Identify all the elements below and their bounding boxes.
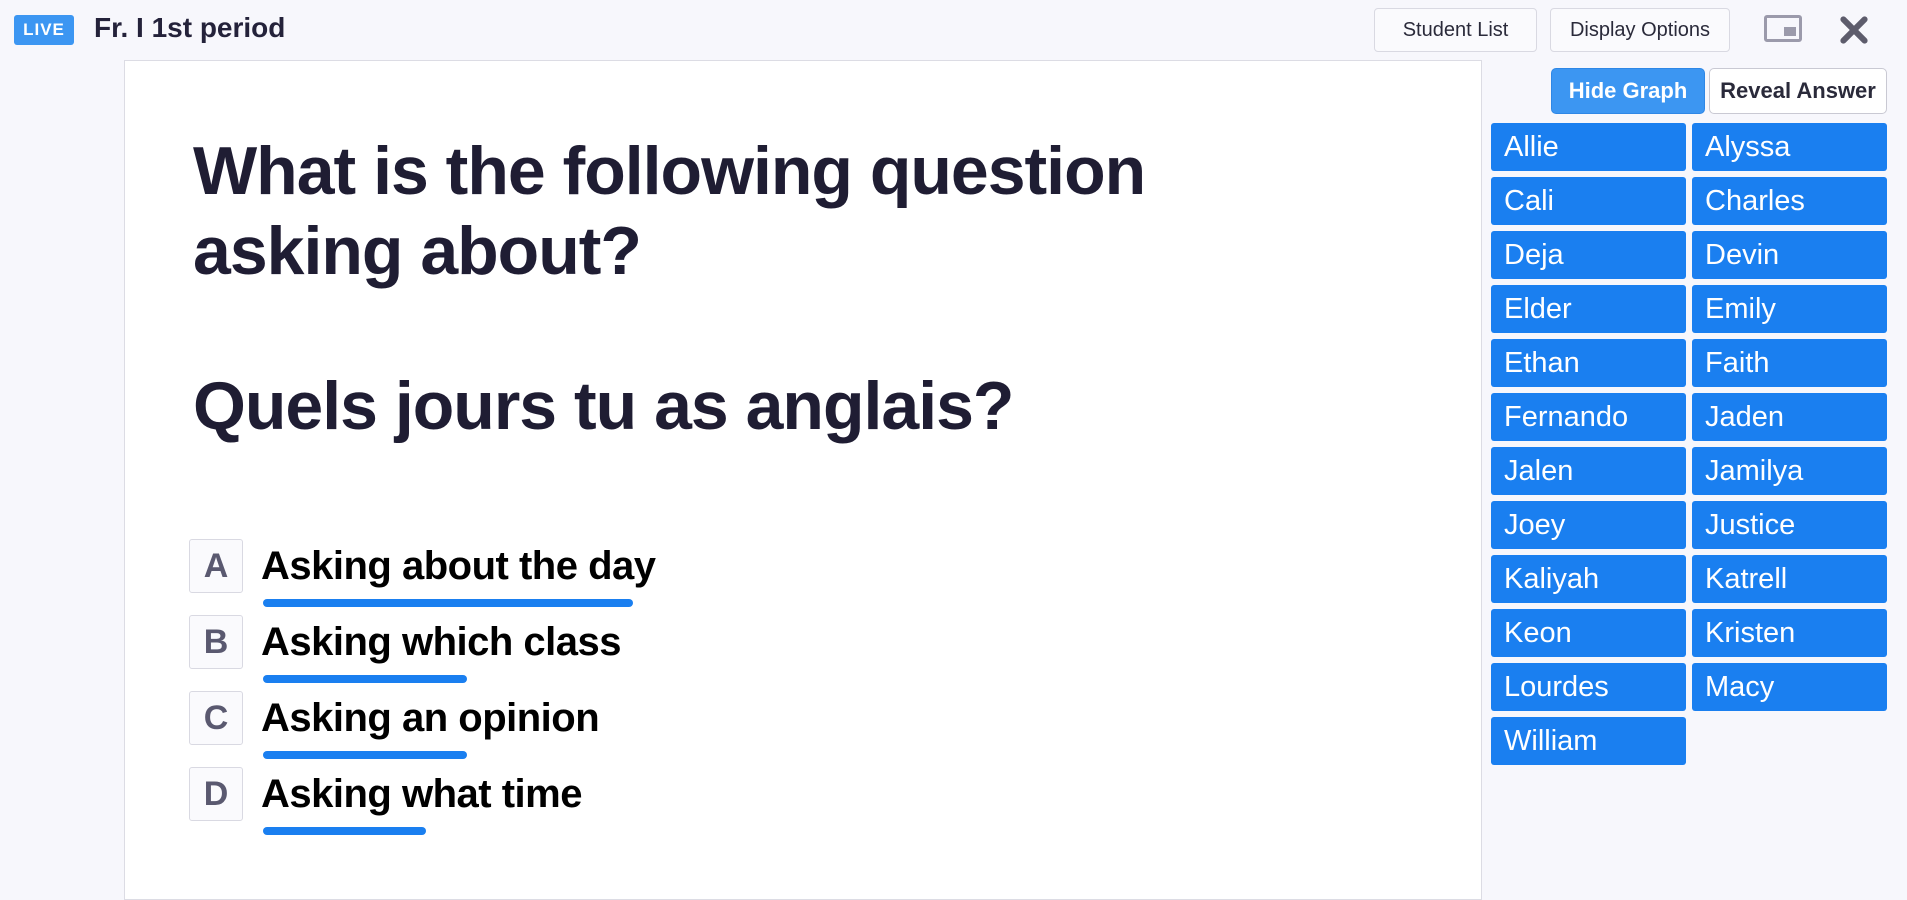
answer-letter: D xyxy=(189,767,243,821)
student-tile[interactable]: Ethan xyxy=(1491,339,1686,387)
student-tile[interactable]: Lourdes xyxy=(1491,663,1686,711)
student-tile[interactable]: Emily xyxy=(1692,285,1887,333)
reveal-answer-button[interactable]: Reveal Answer xyxy=(1709,68,1887,114)
answer-text: Asking an opinion xyxy=(261,696,600,740)
response-bar xyxy=(263,751,467,759)
answer-text: Asking what time xyxy=(261,772,582,816)
student-list-button[interactable]: Student List xyxy=(1374,8,1537,52)
student-tile[interactable]: Kaliyah xyxy=(1491,555,1686,603)
live-badge: LIVE xyxy=(14,15,74,45)
student-tile[interactable]: Keon xyxy=(1491,609,1686,657)
student-tile[interactable]: Elder xyxy=(1491,285,1686,333)
answer-option-c[interactable]: C Asking an opinion xyxy=(189,691,656,767)
student-tile[interactable]: Kristen xyxy=(1692,609,1887,657)
student-tile[interactable]: Macy xyxy=(1692,663,1887,711)
student-tile[interactable]: Charles xyxy=(1692,177,1887,225)
answer-letter: C xyxy=(189,691,243,745)
student-tile[interactable]: Devin xyxy=(1692,231,1887,279)
answer-option-d[interactable]: D Asking what time xyxy=(189,767,656,843)
student-tile[interactable]: Fernando xyxy=(1491,393,1686,441)
class-title: Fr. I 1st period xyxy=(94,12,286,43)
close-icon[interactable] xyxy=(1836,12,1872,48)
student-tile[interactable]: Katrell xyxy=(1692,555,1887,603)
student-tile[interactable]: Allie xyxy=(1491,123,1686,171)
question-french-text: Quels jours tu as anglais? xyxy=(193,368,1014,444)
student-grid: Allie Alyssa Cali Charles Deja Devin Elder Emil… xyxy=(1491,123,1889,765)
student-tile[interactable]: Cali xyxy=(1491,177,1686,225)
answer-letter: B xyxy=(189,615,243,669)
response-bar xyxy=(263,599,633,607)
display-options-button[interactable]: Display Options xyxy=(1550,8,1730,52)
student-tile[interactable]: Justice xyxy=(1692,501,1887,549)
answer-text: Asking which class xyxy=(261,620,622,664)
answer-text: Asking about the day xyxy=(261,544,656,588)
answer-option-b[interactable]: B Asking which class xyxy=(189,615,656,691)
student-tile[interactable]: Jaden xyxy=(1692,393,1887,441)
student-tile[interactable]: Alyssa xyxy=(1692,123,1887,171)
answer-option-a[interactable]: A Asking about the day xyxy=(189,539,656,615)
response-bar xyxy=(263,675,467,683)
answer-list: A Asking about the day B Asking which cl… xyxy=(189,539,656,843)
picture-in-picture-icon[interactable] xyxy=(1764,15,1802,42)
student-tile[interactable]: William xyxy=(1491,717,1686,765)
response-bar xyxy=(263,827,426,835)
student-tile[interactable]: Joey xyxy=(1491,501,1686,549)
answer-letter: A xyxy=(189,539,243,593)
question-prompt: What is the following question asking ab… xyxy=(193,133,1146,289)
question-panel: What is the following question asking ab… xyxy=(124,60,1482,900)
student-tile[interactable]: Jamilya xyxy=(1692,447,1887,495)
hide-graph-button[interactable]: Hide Graph xyxy=(1551,68,1705,114)
student-tile[interactable]: Faith xyxy=(1692,339,1887,387)
student-tile[interactable]: Jalen xyxy=(1491,447,1686,495)
student-tile[interactable]: Deja xyxy=(1491,231,1686,279)
